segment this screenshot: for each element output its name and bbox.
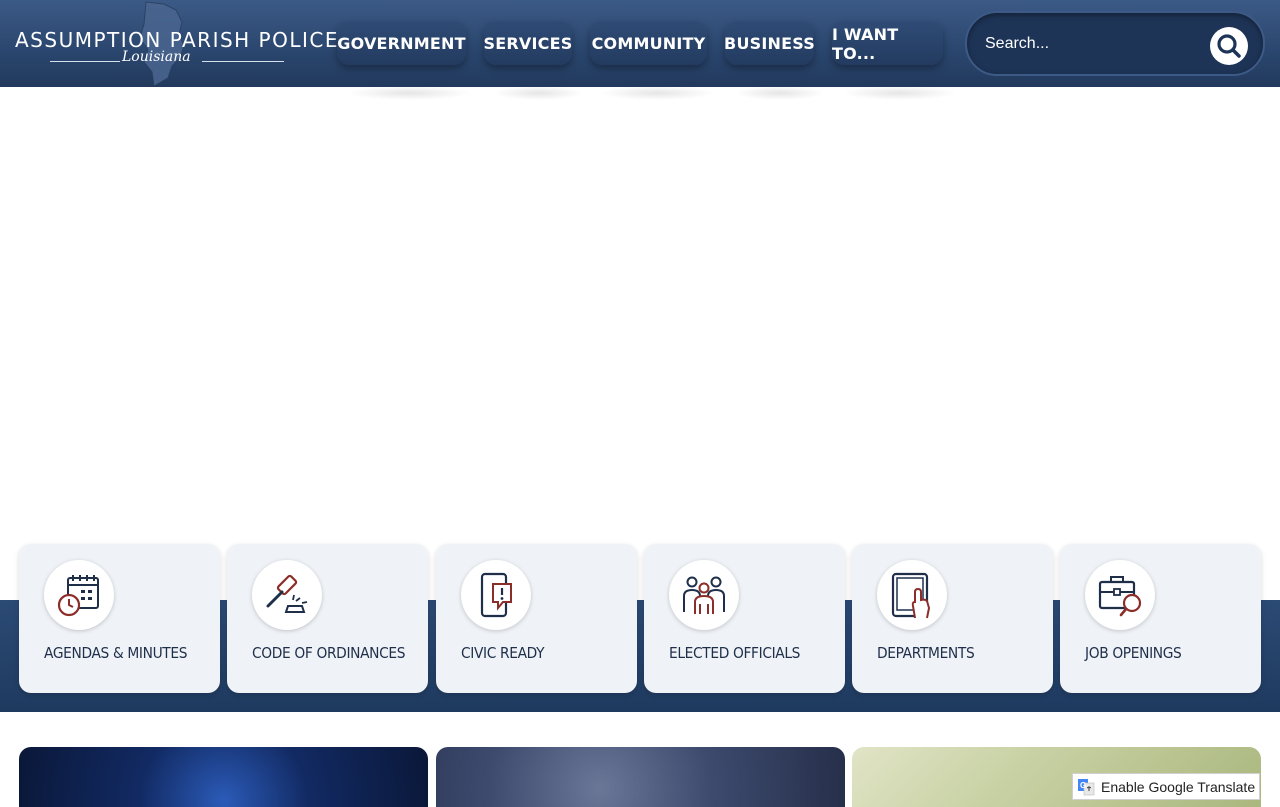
site-logo[interactable]: ASSUMPTION PARISH POLICE JURY Louisiana [12, 0, 397, 87]
google-translate-button[interactable]: G Enable Google Translate [1072, 773, 1260, 800]
quick-link-agendas[interactable]: AGENDAS & MINUTES [19, 544, 220, 693]
nav-shadow [842, 86, 957, 100]
nav-government[interactable]: GOVERNMENT [337, 22, 466, 65]
logo-subtitle: Louisiana [122, 49, 191, 65]
quick-link-label: DEPARTMENTS [877, 644, 975, 662]
search-box [965, 11, 1265, 76]
nav-community[interactable]: COMMUNITY [590, 22, 707, 65]
quick-link-elected-officials[interactable]: ELECTED OFFICIALS [644, 544, 845, 693]
svg-text:G: G [1080, 781, 1086, 790]
quick-link-label: ELECTED OFFICIALS [669, 644, 801, 662]
search-button[interactable] [1210, 27, 1248, 65]
search-input[interactable] [985, 27, 1195, 61]
nav-services[interactable]: SERVICES [484, 22, 572, 65]
phone-alert-icon [480, 572, 512, 618]
people-group-icon [683, 576, 725, 614]
feature-tile-1[interactable] [19, 747, 428, 807]
nav-shadow [735, 86, 825, 100]
quick-link-icon-wrap [461, 560, 531, 630]
logo-divider-right [202, 61, 284, 62]
quick-link-icon-wrap [44, 560, 114, 630]
feature-tile-2[interactable] [436, 747, 845, 807]
quick-link-label: CODE OF ORDINANCES [252, 644, 406, 662]
calendar-clock-icon [57, 575, 99, 617]
quick-link-label: JOB OPENINGS [1085, 644, 1182, 662]
briefcase-search-icon [1098, 576, 1142, 617]
quick-link-icon-wrap [1085, 560, 1155, 630]
logo-divider-left [50, 61, 120, 62]
quick-link-ordinances[interactable]: CODE OF ORDINANCES [227, 544, 428, 693]
quick-link-job-openings[interactable]: JOB OPENINGS [1060, 544, 1261, 693]
google-translate-icon: G [1078, 778, 1095, 795]
nav-shadow [347, 86, 472, 100]
quick-link-civic-ready[interactable]: CIVIC READY [436, 544, 637, 693]
quick-link-label: AGENDAS & MINUTES [44, 644, 188, 662]
nav-shadow [600, 86, 715, 100]
nav-business[interactable]: BUSINESS [724, 22, 815, 65]
nav-shadow [494, 86, 584, 100]
quick-link-icon-wrap [877, 560, 947, 630]
quick-link-icon-wrap [669, 560, 739, 630]
tablet-tap-icon [891, 572, 931, 619]
quick-link-icon-wrap [252, 560, 322, 630]
site-header: ASSUMPTION PARISH POLICE JURY Louisiana … [0, 0, 1280, 87]
google-translate-label: Enable Google Translate [1101, 778, 1256, 795]
search-icon [1217, 34, 1241, 58]
quick-link-label: CIVIC READY [461, 644, 545, 662]
nav-i-want-to[interactable]: I WANT TO... [832, 22, 943, 65]
quick-link-departments[interactable]: DEPARTMENTS [852, 544, 1053, 693]
gavel-icon [266, 574, 308, 613]
